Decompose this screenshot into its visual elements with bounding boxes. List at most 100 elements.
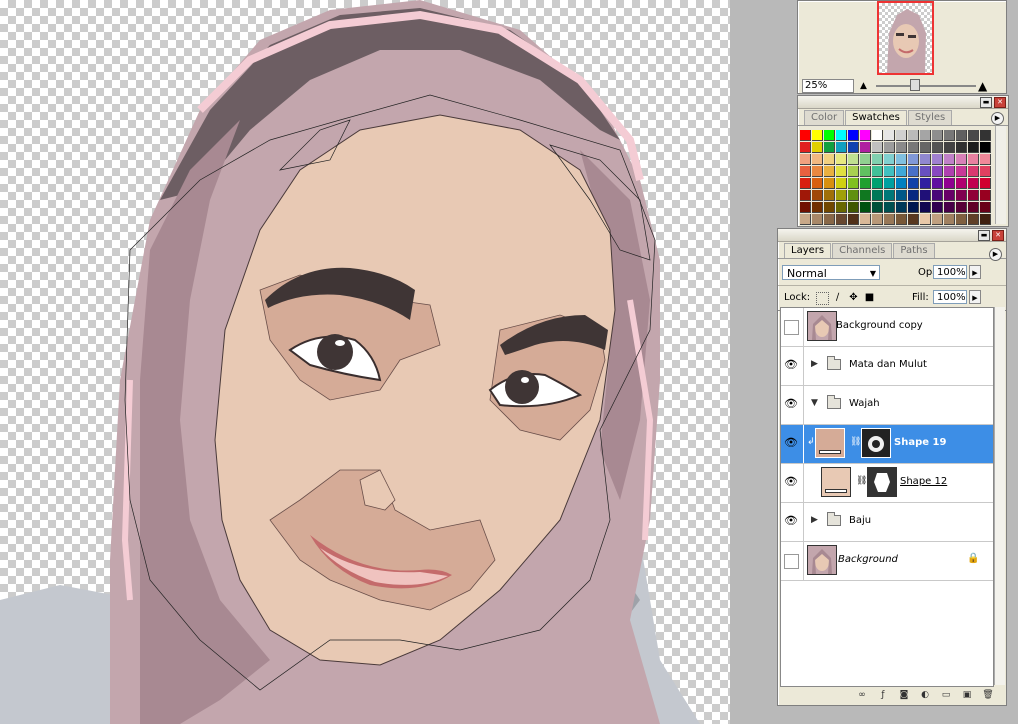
swatch[interactable] bbox=[980, 166, 991, 177]
swatch[interactable] bbox=[980, 142, 991, 153]
swatch[interactable] bbox=[800, 130, 811, 141]
swatch[interactable] bbox=[884, 214, 895, 225]
swatch[interactable] bbox=[836, 202, 847, 213]
layer-group-wajah[interactable]: 👁 ▼ Wajah bbox=[781, 386, 993, 425]
minimize-icon[interactable]: ▬ bbox=[978, 230, 990, 241]
swatch[interactable] bbox=[944, 154, 955, 165]
expand-triangle-icon[interactable]: ▶ bbox=[811, 359, 818, 369]
swatch[interactable] bbox=[836, 190, 847, 201]
swatch[interactable] bbox=[944, 202, 955, 213]
tab-swatches[interactable]: Swatches bbox=[845, 110, 907, 125]
swatch[interactable] bbox=[800, 202, 811, 213]
swatch[interactable] bbox=[872, 166, 883, 177]
link-layers-icon[interactable]: ∞ bbox=[856, 689, 868, 701]
tab-layers[interactable]: Layers bbox=[784, 243, 832, 258]
swatch[interactable] bbox=[860, 166, 871, 177]
swatch[interactable] bbox=[908, 214, 919, 225]
eye-icon[interactable]: 👁 bbox=[783, 436, 799, 450]
swatch[interactable] bbox=[860, 154, 871, 165]
swatch[interactable] bbox=[968, 214, 979, 225]
opacity-field[interactable]: 100% bbox=[933, 265, 967, 279]
swatch[interactable] bbox=[848, 166, 859, 177]
swatch[interactable] bbox=[848, 154, 859, 165]
collapse-triangle-icon[interactable]: ▼ bbox=[811, 398, 818, 408]
swatch[interactable] bbox=[944, 130, 955, 141]
swatch[interactable] bbox=[824, 190, 835, 201]
swatch[interactable] bbox=[812, 154, 823, 165]
zoom-slider[interactable] bbox=[876, 85, 976, 87]
swatch[interactable] bbox=[884, 178, 895, 189]
swatch[interactable] bbox=[824, 166, 835, 177]
swatch[interactable] bbox=[956, 154, 967, 165]
swatch[interactable] bbox=[872, 130, 883, 141]
tab-channels[interactable]: Channels bbox=[832, 243, 893, 258]
swatch[interactable] bbox=[932, 214, 943, 225]
swatch[interactable] bbox=[836, 130, 847, 141]
swatch[interactable] bbox=[932, 154, 943, 165]
swatch[interactable] bbox=[932, 178, 943, 189]
swatch[interactable] bbox=[860, 202, 871, 213]
close-icon[interactable]: ✕ bbox=[992, 230, 1004, 241]
vector-mask-thumbnail[interactable] bbox=[861, 428, 891, 458]
eye-icon[interactable]: 👁 bbox=[783, 358, 799, 372]
swatch[interactable] bbox=[980, 190, 991, 201]
swatch[interactable] bbox=[812, 190, 823, 201]
swatch[interactable] bbox=[908, 142, 919, 153]
swatch[interactable] bbox=[932, 190, 943, 201]
swatch[interactable] bbox=[848, 190, 859, 201]
lock-move-icon[interactable]: ✥ bbox=[848, 292, 859, 303]
swatch[interactable] bbox=[896, 166, 907, 177]
zoom-in-icon[interactable]: ▲ bbox=[978, 79, 987, 93]
layer-group-baju[interactable]: 👁 ▶ Baju bbox=[781, 503, 993, 542]
layer-style-icon[interactable]: ƒ bbox=[877, 689, 889, 701]
swatch[interactable] bbox=[824, 154, 835, 165]
swatch[interactable] bbox=[884, 130, 895, 141]
swatch[interactable] bbox=[968, 130, 979, 141]
swatch[interactable] bbox=[872, 154, 883, 165]
swatch[interactable] bbox=[836, 214, 847, 225]
swatch[interactable] bbox=[908, 154, 919, 165]
swatch[interactable] bbox=[860, 214, 871, 225]
layer-background-copy[interactable]: Background copy bbox=[781, 308, 993, 347]
swatch[interactable] bbox=[908, 166, 919, 177]
add-mask-icon[interactable]: ◙ bbox=[898, 689, 910, 701]
navigator-preview[interactable] bbox=[877, 1, 934, 75]
opacity-slider-arrow-icon[interactable]: ▶ bbox=[969, 265, 981, 279]
swatch[interactable] bbox=[848, 202, 859, 213]
swatch[interactable] bbox=[980, 154, 991, 165]
minimize-icon[interactable]: ▬ bbox=[980, 97, 992, 108]
swatch[interactable] bbox=[968, 166, 979, 177]
swatch[interactable] bbox=[824, 130, 835, 141]
swatch[interactable] bbox=[944, 214, 955, 225]
swatch[interactable] bbox=[968, 154, 979, 165]
tab-color[interactable]: Color bbox=[804, 110, 845, 125]
swatch[interactable] bbox=[968, 190, 979, 201]
zoom-out-icon[interactable]: ▲ bbox=[860, 81, 867, 91]
swatch[interactable] bbox=[896, 154, 907, 165]
swatch[interactable] bbox=[824, 178, 835, 189]
swatch[interactable] bbox=[884, 202, 895, 213]
layer-group-mata-dan-mulut[interactable]: 👁 ▶ Mata dan Mulut bbox=[781, 347, 993, 386]
swatch[interactable] bbox=[920, 130, 931, 141]
swatch[interactable] bbox=[884, 154, 895, 165]
eye-icon[interactable]: 👁 bbox=[783, 514, 799, 528]
swatch[interactable] bbox=[944, 178, 955, 189]
swatch[interactable] bbox=[980, 202, 991, 213]
expand-triangle-icon[interactable]: ▶ bbox=[811, 515, 818, 525]
lock-brush-icon[interactable]: ∕ bbox=[832, 292, 843, 303]
swatch[interactable] bbox=[872, 178, 883, 189]
layers-scrollbar[interactable] bbox=[994, 307, 1005, 685]
swatch[interactable] bbox=[896, 214, 907, 225]
close-icon[interactable]: ✕ bbox=[994, 97, 1006, 108]
swatch[interactable] bbox=[956, 130, 967, 141]
panel-menu-icon[interactable]: ▶ bbox=[991, 112, 1004, 125]
tab-styles[interactable]: Styles bbox=[907, 110, 953, 125]
swatch[interactable] bbox=[812, 142, 823, 153]
swatch[interactable] bbox=[908, 190, 919, 201]
swatch[interactable] bbox=[872, 202, 883, 213]
eye-icon[interactable]: 👁 bbox=[783, 397, 799, 411]
blend-mode-select[interactable]: Normal ▼ bbox=[782, 265, 880, 280]
swatch[interactable] bbox=[920, 202, 931, 213]
swatch[interactable] bbox=[836, 166, 847, 177]
visibility-toggle[interactable] bbox=[784, 554, 799, 569]
